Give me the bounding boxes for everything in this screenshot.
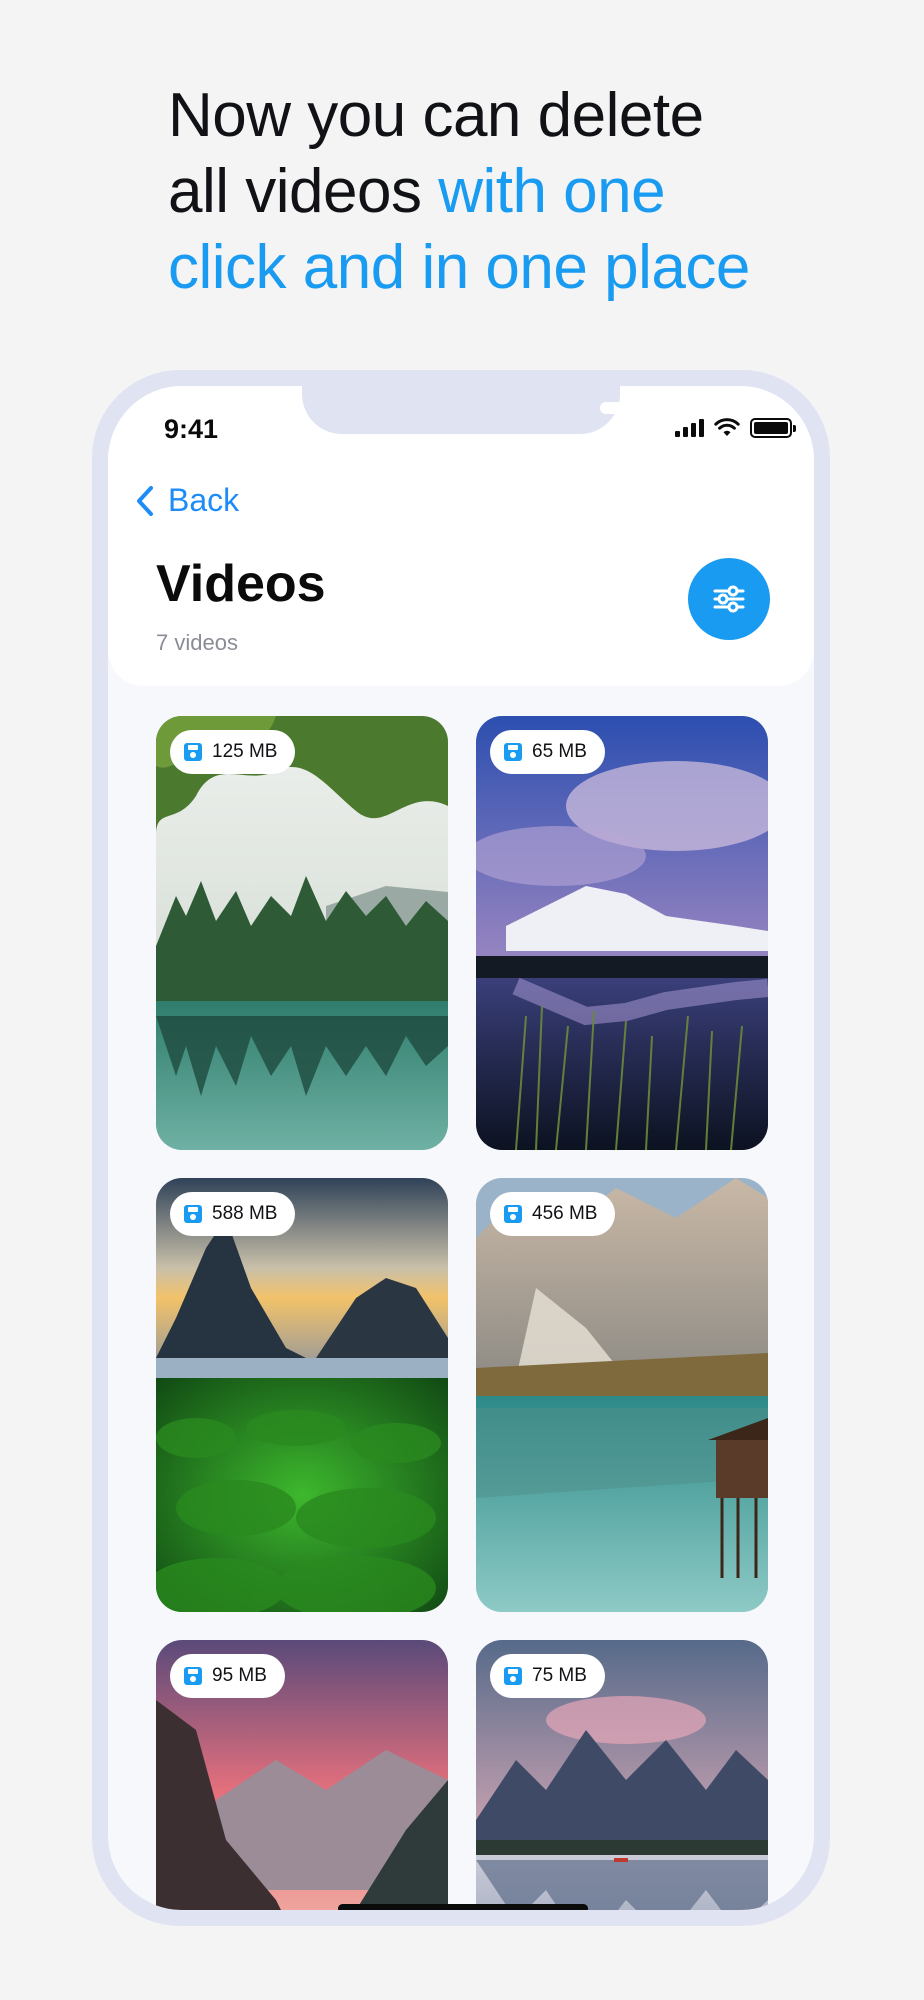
- video-count: 7 videos: [156, 630, 238, 655]
- headline-line-1: Now you can delete: [168, 81, 704, 150]
- chevron-left-icon: [137, 485, 153, 516]
- floppy-disk-icon: [504, 743, 522, 761]
- size-badge: 65 MB: [490, 730, 605, 774]
- status-icons: [675, 418, 796, 438]
- battery-icon: [750, 418, 796, 438]
- video-tile[interactable]: 456 MB: [476, 1178, 768, 1612]
- video-thumbnail: [476, 1178, 768, 1612]
- video-tile[interactable]: 75 MB: [476, 1640, 768, 1910]
- floppy-disk-icon: [184, 1667, 202, 1685]
- video-thumbnail: [476, 716, 768, 1150]
- phone-frame: 9:41 Back Videos 7 videos 125 MB 65 MB 5…: [92, 370, 830, 1926]
- phone-screen: 9:41 Back Videos 7 videos 125 MB 65 MB 5…: [108, 386, 814, 1910]
- speaker-grille: [600, 402, 712, 414]
- floppy-disk-icon: [184, 1205, 202, 1223]
- video-tile[interactable]: 125 MB: [156, 716, 448, 1150]
- video-size: 588 MB: [212, 1203, 278, 1224]
- size-badge: 95 MB: [170, 1654, 285, 1698]
- video-thumbnail: [156, 1178, 448, 1612]
- size-badge: 75 MB: [490, 1654, 605, 1698]
- video-size: 125 MB: [212, 741, 278, 762]
- video-thumbnail: [156, 716, 448, 1150]
- sliders-icon: [713, 585, 745, 613]
- headline-line-2: all videos with one: [168, 154, 868, 230]
- size-badge: 456 MB: [490, 1192, 616, 1236]
- home-indicator[interactable]: [338, 1904, 588, 1910]
- video-tile[interactable]: 95 MB: [156, 1640, 448, 1910]
- floppy-disk-icon: [504, 1667, 522, 1685]
- floppy-disk-icon: [184, 743, 202, 761]
- video-size: 65 MB: [532, 741, 587, 762]
- video-size: 75 MB: [532, 1665, 587, 1686]
- signal-icon: [675, 419, 704, 437]
- video-size: 95 MB: [212, 1665, 267, 1686]
- wifi-icon: [714, 418, 740, 436]
- headline-line-2-plain: all videos: [168, 157, 439, 226]
- video-size: 456 MB: [532, 1203, 598, 1224]
- promo-headline: Now you can delete all videos with one c…: [168, 78, 868, 306]
- phone-notch: [302, 386, 732, 434]
- size-badge: 125 MB: [170, 730, 296, 774]
- size-badge: 588 MB: [170, 1192, 296, 1236]
- page-title: Videos: [156, 555, 326, 613]
- back-button[interactable]: Back: [136, 482, 239, 519]
- back-label: Back: [168, 482, 240, 518]
- video-tile[interactable]: 588 MB: [156, 1178, 448, 1612]
- headline-line-2-accent: with one: [438, 157, 666, 226]
- video-tile[interactable]: 65 MB: [476, 716, 768, 1150]
- floppy-disk-icon: [504, 1205, 522, 1223]
- front-camera: [720, 402, 732, 414]
- headline-line-3: click and in one place: [168, 233, 750, 302]
- status-time: 9:41: [164, 414, 219, 444]
- filter-button[interactable]: [688, 558, 770, 640]
